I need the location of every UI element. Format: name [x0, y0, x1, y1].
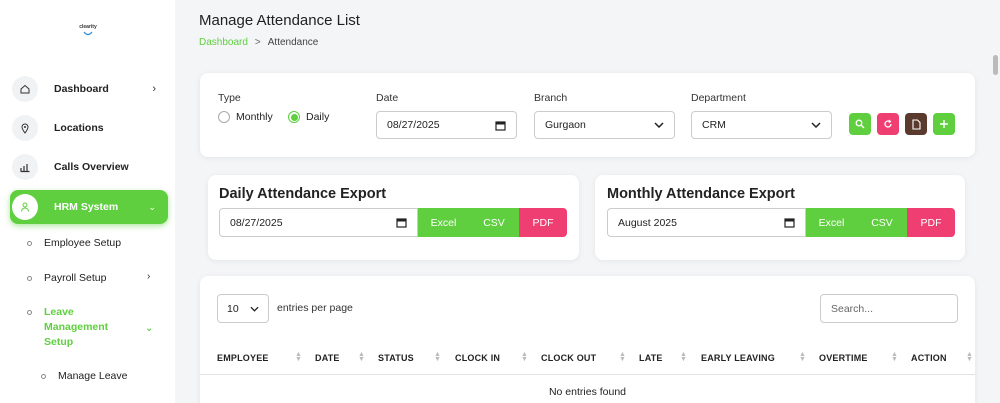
sidebar-subitem-manage-leave[interactable]: Manage Leave — [41, 370, 127, 382]
location-pin-icon — [12, 115, 38, 141]
chevron-down-icon: ⌄ — [148, 201, 156, 212]
sidebar-item-label: Locations — [54, 122, 104, 134]
sidebar-item-label: Calls Overview — [54, 161, 129, 173]
breadcrumb-separator: > — [254, 37, 261, 48]
sidebar-item-label: Dashboard — [54, 83, 109, 95]
chevron-down-icon — [811, 122, 821, 128]
sidebar-item-calls-overview[interactable]: Calls Overview — [10, 150, 168, 184]
sort-icon[interactable]: ▲ ▼ — [680, 351, 687, 363]
column-header-overtime[interactable]: OVERTIME — [819, 353, 868, 363]
sidebar: clearity Dashboard › Locations Calls Ove… — [0, 0, 175, 403]
column-header-status[interactable]: STATUS — [378, 353, 414, 363]
breadcrumb-current: Attendance — [267, 37, 319, 48]
file-icon — [911, 118, 921, 130]
monthly-csv-button[interactable]: CSV — [857, 208, 907, 237]
monthly-export-title: Monthly Attendance Export — [607, 186, 795, 202]
type-label: Type — [218, 92, 241, 104]
add-button[interactable] — [933, 113, 955, 135]
bullet-icon — [27, 310, 32, 315]
chevron-down-icon — [654, 122, 664, 128]
daily-export-date-input[interactable]: 08/27/2025 — [219, 208, 418, 237]
sidebar-subitem-leave-management-setup[interactable]: Leave Management Setup ⌄ — [27, 305, 157, 350]
table-header-divider — [200, 374, 975, 375]
breadcrumb: Dashboard > Attendance — [199, 37, 318, 48]
sort-icon[interactable]: ▲ ▼ — [358, 351, 365, 363]
radio-unchecked-icon — [218, 111, 230, 123]
breadcrumb-home-link[interactable]: Dashboard — [199, 37, 248, 48]
sidebar-item-label: HRM System — [54, 201, 119, 213]
sidebar-item-hrm-system[interactable]: HRM System ⌄ — [10, 190, 168, 224]
bullet-icon — [41, 373, 46, 379]
monthly-export-month-input[interactable]: August 2025 — [607, 208, 806, 237]
calendar-icon[interactable] — [495, 120, 506, 131]
sidebar-item-dashboard[interactable]: Dashboard › — [10, 72, 168, 106]
chevron-down-icon: ⌄ — [145, 323, 154, 334]
plus-icon — [940, 120, 948, 128]
sort-icon[interactable]: ▲ ▼ — [619, 351, 626, 363]
daily-csv-button[interactable]: CSV — [469, 208, 519, 237]
daily-excel-button[interactable]: Excel — [418, 208, 469, 237]
chevron-right-icon: › — [152, 83, 156, 95]
sort-icon[interactable]: ▲ ▼ — [891, 351, 898, 363]
sidebar-subitem-payroll-setup[interactable]: Payroll Setup › — [27, 271, 157, 284]
user-icon — [12, 194, 38, 220]
empty-table-message: No entries found — [548, 386, 627, 398]
sidebar-subitem-employee-setup[interactable]: Employee Setup — [27, 237, 121, 249]
column-header-clock-out[interactable]: CLOCK OUT — [541, 353, 596, 363]
sort-icon[interactable]: ▲ ▼ — [799, 351, 806, 363]
monthly-excel-button[interactable]: Excel — [806, 208, 857, 237]
sidebar-item-locations[interactable]: Locations — [10, 111, 168, 145]
subitem-label: Employee Setup — [44, 237, 122, 249]
home-icon — [12, 76, 38, 102]
sort-icon[interactable]: ▲ ▼ — [521, 351, 528, 363]
branch-select[interactable]: Gurgaon — [534, 111, 675, 139]
calendar-icon[interactable] — [784, 217, 795, 228]
refresh-icon — [884, 119, 892, 128]
column-header-late[interactable]: LATE — [639, 353, 663, 363]
date-label: Date — [376, 92, 399, 104]
type-radio-monthly[interactable]: Monthly — [218, 111, 273, 123]
page-scrollbar[interactable] — [993, 55, 998, 75]
department-select[interactable]: CRM — [691, 111, 832, 139]
subitem-label: Payroll Setup — [44, 272, 107, 284]
column-header-clock-in[interactable]: CLOCK IN — [455, 353, 500, 363]
sort-icon[interactable]: ▲ ▼ — [966, 351, 973, 363]
date-input[interactable]: 08/27/2025 — [376, 111, 517, 139]
logo-swoosh-icon — [83, 31, 93, 36]
chevron-down-icon — [250, 306, 259, 312]
sort-icon[interactable]: ▲ ▼ — [434, 351, 441, 363]
bar-chart-icon — [12, 154, 38, 180]
monthly-pdf-button[interactable]: PDF — [907, 208, 955, 237]
calendar-icon[interactable] — [396, 217, 407, 228]
export-file-button[interactable] — [905, 113, 927, 135]
search-button[interactable] — [849, 113, 871, 135]
subitem-label: Manage Leave — [58, 370, 128, 382]
subitem-label: Leave Management Setup — [44, 306, 109, 348]
department-label: Department — [691, 92, 746, 104]
column-header-employee[interactable]: EMPLOYEE — [217, 353, 269, 363]
reset-button[interactable] — [877, 113, 899, 135]
entries-per-page-label: entries per page — [277, 302, 353, 314]
bullet-icon — [27, 275, 32, 281]
logo[interactable]: clearity — [74, 24, 102, 36]
radio-checked-icon — [288, 111, 300, 123]
column-header-action[interactable]: ACTION — [911, 353, 947, 363]
chevron-right-icon: › — [147, 271, 151, 282]
column-header-date[interactable]: DATE — [315, 353, 340, 363]
daily-pdf-button[interactable]: PDF — [519, 208, 567, 237]
branch-label: Branch — [534, 92, 568, 104]
page-title: Manage Attendance List — [199, 12, 360, 29]
table-search-input[interactable]: Search... — [820, 294, 958, 323]
daily-export-title: Daily Attendance Export — [219, 186, 387, 202]
page-size-select[interactable]: 10 — [217, 294, 269, 323]
bullet-icon — [27, 240, 32, 246]
sort-icon[interactable]: ▲ ▼ — [295, 351, 302, 363]
type-radio-daily[interactable]: Daily — [288, 111, 329, 123]
search-icon — [855, 119, 865, 129]
column-header-early-leaving[interactable]: EARLY LEAVING — [701, 353, 775, 363]
